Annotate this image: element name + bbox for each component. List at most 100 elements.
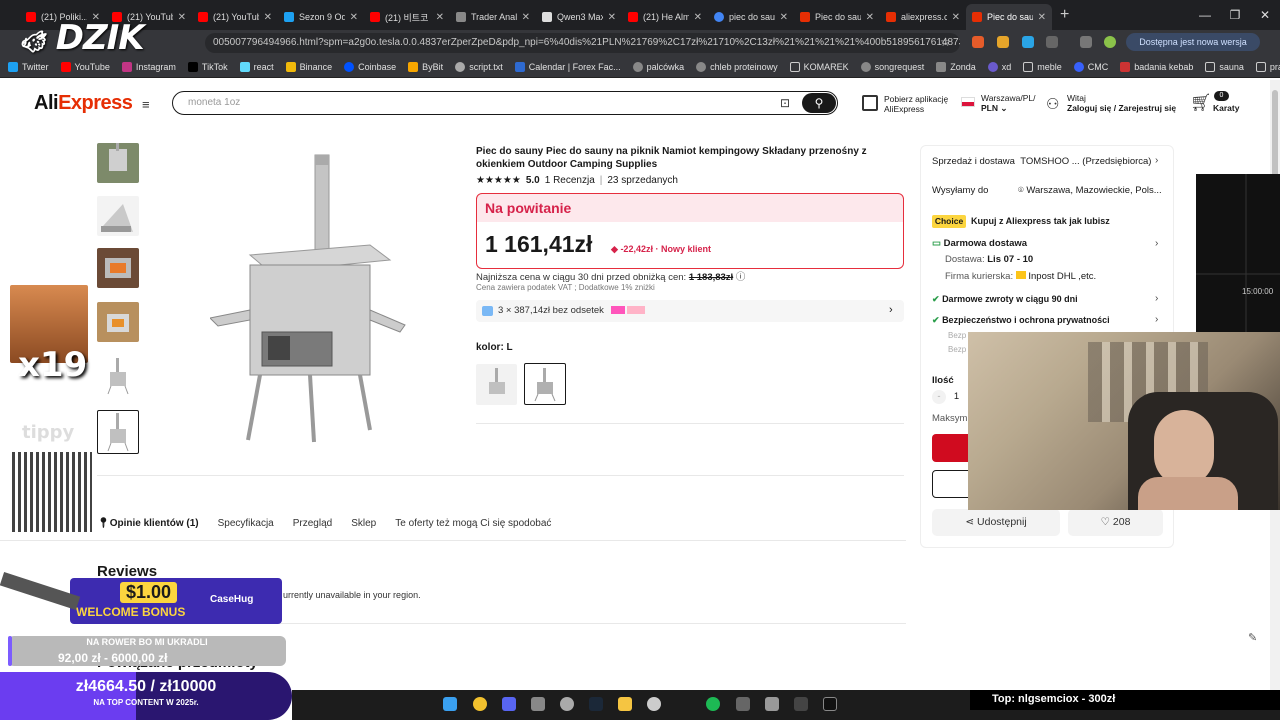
- bookmark-item[interactable]: script.txt: [455, 61, 503, 72]
- menu-icon[interactable]: ≡: [142, 97, 150, 112]
- bookmark-item[interactable]: Calendar | Forex Fac...: [514, 61, 621, 72]
- minus-button[interactable]: -: [932, 390, 946, 404]
- tab-specification[interactable]: Specyfikacja: [218, 518, 274, 529]
- tab-store[interactable]: Sklep: [351, 518, 376, 529]
- free-delivery-row[interactable]: ▭ Darmowa dostawa: [932, 238, 1027, 249]
- bookmark-item[interactable]: badania kebab: [1120, 61, 1193, 72]
- bookmark-folder[interactable]: sauna: [1205, 61, 1244, 72]
- seller-row[interactable]: Sprzedaż i dostawa TOMSHOO ... (Przedsię…: [932, 156, 1151, 167]
- cart-label[interactable]: Karaty: [1213, 103, 1239, 113]
- buy-now-button[interactable]: [932, 434, 972, 462]
- extension-icon[interactable]: [997, 36, 1009, 48]
- product-thumbnail[interactable]: [97, 356, 139, 396]
- chrome-icon[interactable]: [473, 697, 487, 711]
- tab-recommendations[interactable]: Te oferty też mogą Ci się spodobać: [395, 518, 551, 529]
- app-icon[interactable]: [531, 697, 545, 711]
- ship-to-location[interactable]: ⌾ Warszawa, Mazowieckie, Pols...: [1018, 185, 1162, 196]
- share-button[interactable]: ⋖ Udostępnij: [932, 509, 1060, 536]
- tab-overview[interactable]: Przegląd: [293, 518, 332, 529]
- bookmark-folder[interactable]: prawo jazdy: [1255, 61, 1280, 72]
- bookmark-item[interactable]: Instagram: [121, 61, 176, 72]
- close-window-icon[interactable]: ✕: [1250, 8, 1280, 22]
- bookmark-item[interactable]: CMC: [1073, 61, 1108, 72]
- add-to-cart-button[interactable]: [932, 470, 972, 498]
- close-icon[interactable]: ✕: [264, 12, 272, 23]
- bookmark-item[interactable]: Twitter: [8, 61, 49, 72]
- discord-icon[interactable]: [502, 697, 516, 711]
- product-thumbnail[interactable]: [97, 143, 139, 183]
- bookmark-star-icon[interactable]: ☆: [940, 35, 951, 49]
- search-button[interactable]: ⚲: [802, 93, 836, 113]
- app-icon[interactable]: [647, 697, 661, 711]
- close-icon[interactable]: ✕: [522, 12, 530, 23]
- folder-icon[interactable]: [618, 697, 632, 711]
- steam-icon[interactable]: [589, 697, 603, 711]
- cart-icon[interactable]: 🛒︎: [1190, 93, 1212, 113]
- url-field[interactable]: 005007796494966.html?spm=a2g0o.tesla.0.0…: [205, 33, 960, 53]
- spotify-icon[interactable]: [706, 697, 720, 711]
- security-row[interactable]: ✔ Bezpieczeństwo i ochrona prywatności: [932, 315, 1110, 326]
- bookmark-item[interactable]: Coinbase: [344, 61, 396, 72]
- wishlist-button[interactable]: ♡ 208: [1068, 509, 1163, 536]
- region-selector[interactable]: Warszawa/PL/PLN ⌄: [981, 93, 1035, 113]
- product-thumbnail[interactable]: [97, 196, 139, 236]
- browser-tab[interactable]: Qwen3 Max ✕: [536, 4, 622, 30]
- extension-icon[interactable]: [1022, 36, 1034, 48]
- info-icon[interactable]: ⓘ: [736, 272, 746, 283]
- quantity-stepper[interactable]: - 1: [932, 390, 959, 404]
- browser-tab[interactable]: Sezon 9 Odc ✕: [278, 4, 364, 30]
- app-icon[interactable]: [823, 697, 837, 711]
- tab-reviews[interactable]: 📍︎Opinie klientów (1): [97, 518, 199, 529]
- minimize-icon[interactable]: —: [1190, 8, 1220, 22]
- product-main-image[interactable]: [210, 150, 410, 450]
- close-icon[interactable]: ✕: [350, 12, 358, 23]
- installments-row[interactable]: 3 × 387,14zł bez odsetek: [476, 300, 904, 322]
- browser-tab[interactable]: (21) He Alm ✕: [622, 4, 708, 30]
- extension-icon[interactable]: [972, 36, 984, 48]
- bookmark-item[interactable]: Binance: [285, 61, 332, 72]
- color-option[interactable]: [476, 364, 517, 405]
- restore-icon[interactable]: ❐: [1220, 8, 1250, 22]
- media-icon[interactable]: [1080, 36, 1092, 48]
- edit-icon[interactable]: ✎: [1248, 631, 1257, 644]
- bookmark-item[interactable]: xd: [987, 61, 1011, 72]
- app-download-link[interactable]: Pobierz aplikację AliExpress: [884, 94, 948, 114]
- account-link[interactable]: Witaj Zaloguj się / Zarejestruj się: [1067, 93, 1176, 113]
- close-icon[interactable]: ✕: [780, 12, 788, 23]
- bookmark-item[interactable]: songrequest: [860, 61, 924, 72]
- close-icon[interactable]: ✕: [436, 12, 444, 23]
- search-input[interactable]: moneta 1oz: [172, 91, 838, 115]
- app-icon[interactable]: [560, 697, 574, 711]
- bookmark-item[interactable]: Zonda: [936, 61, 976, 72]
- bookmark-item[interactable]: chleb proteinowy: [696, 61, 778, 72]
- profile-avatar[interactable]: [1104, 36, 1116, 48]
- close-icon[interactable]: ✕: [866, 12, 874, 23]
- close-icon[interactable]: ✕: [1038, 12, 1046, 23]
- new-tab-button[interactable]: +: [1060, 6, 1069, 24]
- bookmark-folder[interactable]: meble: [1023, 61, 1062, 72]
- bookmark-item[interactable]: ByBit: [408, 61, 443, 72]
- bookmark-folder[interactable]: KOMAREK: [789, 61, 849, 72]
- close-icon[interactable]: ✕: [952, 12, 960, 23]
- camera-search-icon[interactable]: ⊡: [780, 96, 790, 110]
- browser-tab[interactable]: piec do saun ✕: [708, 4, 794, 30]
- product-thumbnail[interactable]: [97, 248, 139, 288]
- browser-tab[interactable]: Trader Analy ✕: [450, 4, 536, 30]
- bookmark-item[interactable]: YouTube: [60, 61, 110, 72]
- browser-tab[interactable]: aliexpress.co ✕: [880, 4, 966, 30]
- color-option-selected[interactable]: [524, 363, 566, 405]
- windows-start-icon[interactable]: [443, 697, 457, 711]
- free-returns-row[interactable]: ✔ Darmowe zwroty w ciągu 90 dni: [932, 294, 1078, 305]
- product-thumbnail-selected[interactable]: [97, 410, 139, 454]
- chrome-update-button[interactable]: Dostępna jest nowa wersja Chrome: [1126, 33, 1260, 65]
- terminal-icon[interactable]: [794, 697, 808, 711]
- app-icon[interactable]: [765, 697, 779, 711]
- bookmark-item[interactable]: react: [239, 61, 274, 72]
- browser-tab[interactable]: Piec do saun ✕: [794, 4, 880, 30]
- product-thumbnail[interactable]: [97, 302, 139, 342]
- aliexpress-logo[interactable]: AliExpress: [34, 92, 133, 115]
- browser-tab[interactable]: (21) 비트코 ✕: [364, 4, 450, 30]
- bookmark-item[interactable]: palcówka: [632, 61, 684, 72]
- close-icon[interactable]: ✕: [694, 12, 702, 23]
- bookmark-item[interactable]: TikTok: [187, 61, 228, 72]
